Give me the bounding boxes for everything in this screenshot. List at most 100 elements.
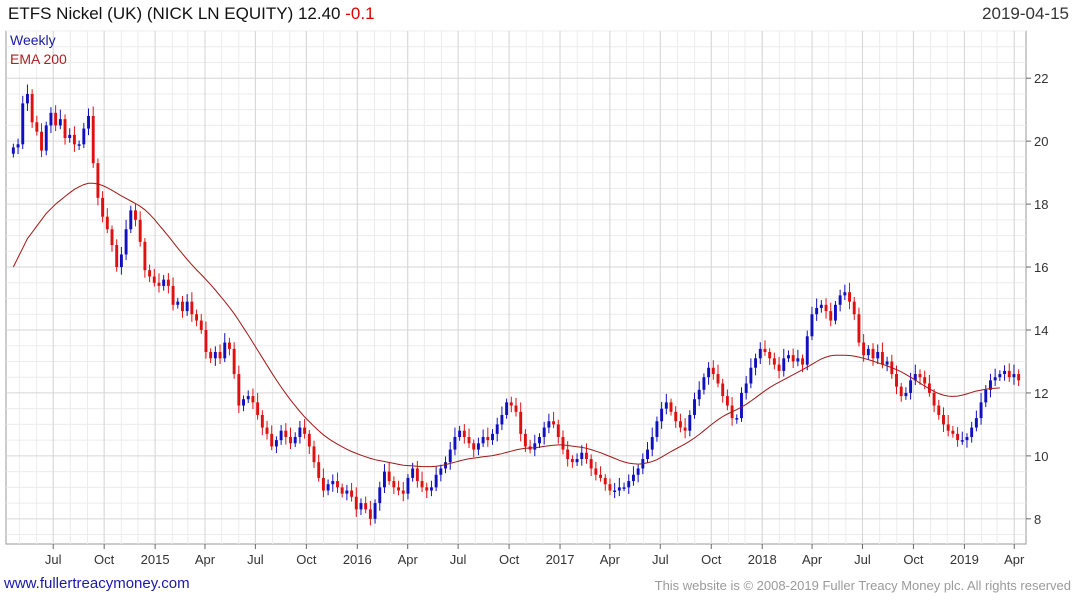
candle-body xyxy=(603,477,607,485)
legend-ema: EMA 200 xyxy=(10,51,67,67)
candle-body xyxy=(505,402,509,415)
candle-body xyxy=(35,122,39,132)
candle-body xyxy=(387,471,391,482)
y-tick-label: 20 xyxy=(1034,134,1048,149)
candle-body xyxy=(998,374,1002,378)
candle-body xyxy=(594,468,598,475)
candle-body xyxy=(740,392,743,419)
candle-body xyxy=(25,93,29,104)
candle-body xyxy=(848,292,851,302)
candle-body xyxy=(772,358,776,365)
candle-body xyxy=(115,245,119,268)
y-tick-label: 14 xyxy=(1034,323,1048,338)
candle-body xyxy=(509,402,513,406)
candle-body xyxy=(763,348,767,353)
candle-body xyxy=(171,285,175,305)
candle-body xyxy=(918,374,922,378)
candle-body xyxy=(650,436,654,450)
candle-body xyxy=(754,358,758,368)
candle-body xyxy=(707,367,711,378)
candle-body xyxy=(289,436,292,444)
candle-body xyxy=(439,468,443,475)
candle xyxy=(21,95,25,150)
x-tick-label: Jul xyxy=(854,552,871,567)
candle-body xyxy=(176,301,180,305)
candle-body xyxy=(181,301,184,312)
candle-body xyxy=(519,411,523,434)
y-tick-label: 10 xyxy=(1034,449,1048,464)
legend-weekly: Weekly xyxy=(10,32,56,48)
candle-body xyxy=(96,163,100,198)
price-chart: 8 10 12 14 16 18 20 22 Jul Oct 2015 Apr Jul Oct 2016 A… xyxy=(5,30,1048,567)
candle-body xyxy=(368,509,372,519)
candle-body xyxy=(613,490,617,492)
candle-body xyxy=(895,374,898,387)
candle-body xyxy=(716,374,720,384)
candle-body xyxy=(434,474,438,488)
candle-body xyxy=(862,342,866,356)
candle-body xyxy=(970,427,974,437)
candle-body xyxy=(232,348,236,375)
candle-body xyxy=(143,241,147,271)
candle-body xyxy=(364,503,368,510)
candle-body xyxy=(129,210,133,230)
x-tick-label: Apr xyxy=(802,552,823,567)
candle-body xyxy=(570,459,574,463)
candle-body xyxy=(899,386,903,397)
candle-body xyxy=(556,424,560,437)
candle-body xyxy=(124,229,128,255)
candle-body xyxy=(354,496,358,510)
candle-body xyxy=(805,336,809,365)
candle-body xyxy=(260,414,264,428)
x-tick-label: Oct xyxy=(903,552,924,567)
candle-body xyxy=(101,197,105,217)
candle-body xyxy=(54,112,58,126)
candle-body xyxy=(711,367,715,375)
candle-body xyxy=(735,418,739,420)
candle-body xyxy=(82,128,86,145)
candle-body xyxy=(791,355,795,362)
candle-body xyxy=(223,342,227,359)
candle-body xyxy=(274,440,278,447)
candle-body xyxy=(1017,374,1021,381)
x-tick-label: Oct xyxy=(499,552,520,567)
candle-body xyxy=(68,134,72,139)
x-tick-label: Oct xyxy=(296,552,317,567)
candle xyxy=(44,121,48,156)
candle-body xyxy=(622,487,626,489)
candle-body xyxy=(411,468,415,478)
candle-body xyxy=(218,352,222,359)
candle-body xyxy=(937,405,941,415)
candle-body xyxy=(467,436,471,444)
x-tick-label: Apr xyxy=(1004,552,1025,567)
candle-body xyxy=(256,402,260,415)
candle-body xyxy=(993,377,997,381)
candle-body xyxy=(575,459,579,463)
candle-body xyxy=(725,396,729,406)
candle-body xyxy=(843,292,847,296)
x-tick-label: Apr xyxy=(600,552,621,567)
candle-body xyxy=(871,348,875,359)
candle-body xyxy=(561,436,565,450)
candle-body xyxy=(1007,370,1011,378)
candle-body xyxy=(486,436,490,441)
x-tick-label: 2019 xyxy=(950,552,979,567)
candle-body xyxy=(383,471,386,488)
candle-body xyxy=(951,430,955,434)
site-link[interactable]: www.fullertreacymoney.com xyxy=(4,575,190,592)
candle-body xyxy=(787,355,790,359)
candle-body xyxy=(476,443,480,450)
candle-body xyxy=(946,424,950,431)
candle-body xyxy=(242,399,245,406)
candle-body xyxy=(819,304,823,308)
x-tick-label: Jul xyxy=(247,552,264,567)
candle-body xyxy=(350,490,354,497)
candle-body xyxy=(134,210,137,220)
candle-body xyxy=(448,449,452,463)
candle-body xyxy=(655,421,659,437)
candle-body xyxy=(293,436,297,444)
candle-body xyxy=(378,487,382,504)
candle-body xyxy=(40,131,43,151)
x-axis-ticks: Jul Oct 2015 Apr Jul Oct 2016 Apr Jul Oct 2017 Apr J… xyxy=(45,544,1025,567)
candle-body xyxy=(359,503,363,510)
